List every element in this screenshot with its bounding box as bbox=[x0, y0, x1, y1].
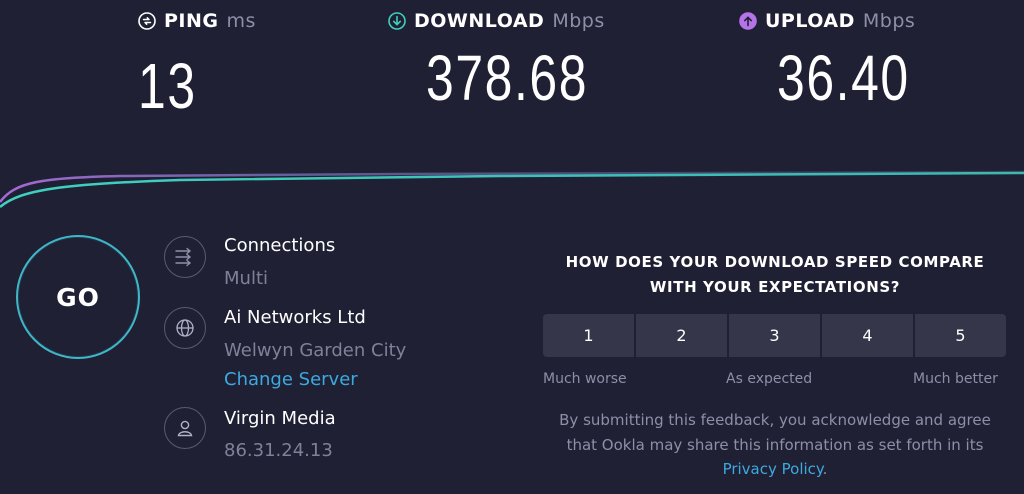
disclaimer-text: By submitting this feedback, you acknowl… bbox=[559, 411, 991, 454]
ping-unit: ms bbox=[226, 10, 256, 32]
upload-value: 36.40 bbox=[777, 42, 910, 114]
disclaimer-end: . bbox=[822, 460, 828, 478]
upload-arrow-icon bbox=[739, 12, 757, 30]
isp-name: Virgin Media bbox=[224, 408, 336, 429]
globe-icon bbox=[164, 307, 206, 349]
download-value: 378.68 bbox=[426, 42, 589, 114]
connections-value: Multi bbox=[224, 268, 268, 289]
ping-label: PING bbox=[164, 10, 219, 32]
survey-question: HOW DOES YOUR DOWNLOAD SPEED COMPARE WIT… bbox=[565, 253, 985, 296]
change-server-link[interactable]: Change Server bbox=[224, 369, 358, 390]
isp-ip: 86.31.24.13 bbox=[224, 440, 333, 461]
connections-icon bbox=[164, 236, 206, 278]
upload-unit: Mbps bbox=[862, 10, 916, 32]
rating-3-button[interactable]: 3 bbox=[729, 314, 820, 357]
rating-buttons: 1 2 3 4 5 bbox=[543, 314, 1006, 357]
speed-graph bbox=[0, 170, 1024, 208]
feedback-disclaimer: By submitting this feedback, you acknowl… bbox=[543, 408, 1007, 482]
download-unit: Mbps bbox=[552, 10, 605, 32]
upload-label: UPLOAD bbox=[765, 10, 855, 32]
scale-mid-label: As expected bbox=[726, 371, 813, 387]
server-location: Welwyn Garden City bbox=[224, 340, 407, 361]
scale-low-label: Much worse bbox=[543, 371, 627, 387]
ping-metric: PING ms 13 bbox=[138, 10, 256, 118]
rating-4-button[interactable]: 4 bbox=[822, 314, 913, 357]
rating-1-button[interactable]: 1 bbox=[543, 314, 634, 357]
rating-2-button[interactable]: 2 bbox=[636, 314, 727, 357]
scale-high-label: Much better bbox=[913, 371, 998, 387]
upload-metric: UPLOAD Mbps 36.40 bbox=[739, 10, 947, 110]
privacy-policy-link[interactable]: Privacy Policy bbox=[723, 460, 823, 478]
server-name: Ai Networks Ltd bbox=[224, 307, 366, 328]
go-button[interactable]: GO bbox=[16, 235, 140, 359]
download-metric: DOWNLOAD Mbps 378.68 bbox=[388, 10, 634, 110]
ping-icon bbox=[138, 12, 156, 30]
connections-title: Connections bbox=[224, 235, 336, 256]
ping-value: 13 bbox=[138, 50, 197, 122]
go-label: GO bbox=[56, 282, 100, 312]
download-line bbox=[0, 171, 1024, 208]
download-arrow-icon bbox=[388, 12, 406, 30]
user-icon bbox=[164, 407, 206, 449]
rating-5-button[interactable]: 5 bbox=[915, 314, 1006, 357]
download-label: DOWNLOAD bbox=[414, 10, 545, 32]
